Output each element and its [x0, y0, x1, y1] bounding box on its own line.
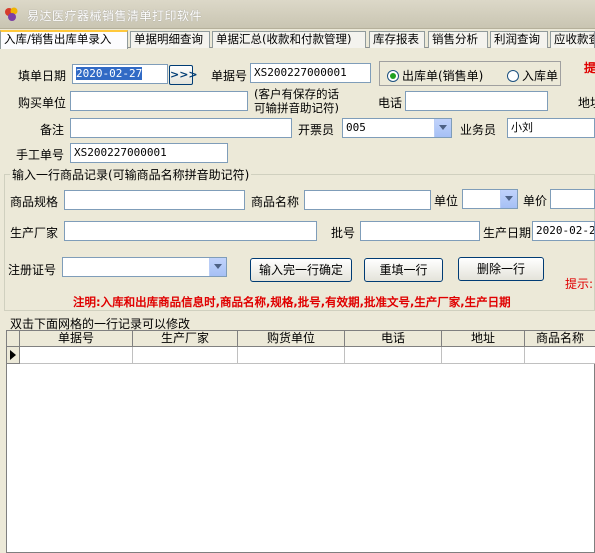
col-address[interactable]: 地址	[442, 331, 525, 347]
fill-date-label: 填单日期	[18, 69, 67, 83]
chevron-down-icon[interactable]	[209, 258, 226, 276]
col-doc-no[interactable]: 单据号	[20, 331, 133, 347]
fill-date-input[interactable]: 2020-02-27	[72, 64, 168, 84]
spec-label: 商品规格	[10, 195, 59, 209]
delete-row-button[interactable]: 删除一行	[458, 257, 544, 281]
spec-input[interactable]	[64, 190, 245, 210]
issuer-label: 开票员	[298, 123, 335, 137]
maker-input[interactable]	[64, 221, 317, 241]
chevron-down-icon[interactable]	[500, 190, 517, 208]
radio-in[interactable]: 入库单	[507, 67, 558, 84]
tab-stock-report[interactable]: 库存报表	[369, 31, 425, 48]
refill-row-button[interactable]: 重填一行	[364, 258, 443, 282]
phone-label: 电话	[378, 96, 403, 110]
tab-summary[interactable]: 单据汇总(收款和付款管理)	[212, 31, 366, 48]
tab-profit-query[interactable]: 利润查询	[490, 31, 548, 48]
buyer-input[interactable]	[70, 91, 248, 111]
radio-in-label: 入库单	[522, 69, 559, 83]
address-label: 地址	[578, 96, 595, 110]
table-cell[interactable]	[133, 347, 238, 364]
table-cell[interactable]	[20, 347, 133, 364]
records-grid[interactable]: 单据号 生产厂家 购货单位 电话 地址 商品名称	[6, 330, 595, 553]
hint-label: 提示:	[565, 277, 594, 291]
doc-no-input[interactable]: XS200227000001	[250, 63, 371, 83]
app-logo-icon	[5, 7, 18, 21]
remark-label: 备注	[40, 123, 65, 137]
issuer-select[interactable]: 005	[342, 118, 452, 138]
window-title: 易达医疗器械销售清单打印软件	[27, 9, 203, 23]
table-cell[interactable]	[238, 347, 345, 364]
remark-input[interactable]	[70, 118, 292, 138]
price-input[interactable]	[550, 189, 595, 209]
manual-no-label: 手工单号	[16, 148, 65, 162]
date-picker-button[interactable]: >>>	[169, 65, 198, 85]
unit-label: 单位	[434, 194, 459, 208]
hint-cut-label: 提	[584, 61, 595, 75]
title-bar: 易达医疗器械销售清单打印软件	[0, 0, 595, 29]
radio-selected-icon	[387, 70, 399, 82]
salesman-input[interactable]: 小刘	[507, 118, 595, 138]
table-cell[interactable]	[345, 347, 442, 364]
grid-corner	[7, 331, 20, 347]
prod-date-input[interactable]: 2020-02-27	[532, 221, 595, 241]
tab-receivables[interactable]: 应收款查	[550, 31, 595, 48]
issuer-value: 005	[346, 121, 366, 134]
col-maker[interactable]: 生产厂家	[133, 331, 238, 347]
col-product-name[interactable]: 商品名称	[525, 331, 595, 347]
radio-out-label: 出库单(销售单)	[402, 69, 484, 83]
tab-bar: 入库/销售出库单录入 单据明细查询 单据汇总(收款和付款管理) 库存报表 销售分…	[0, 30, 595, 49]
grid-header: 单据号 生产厂家 购货单位 电话 地址 商品名称	[7, 331, 595, 347]
row-pointer-icon	[7, 347, 20, 364]
buyer-label: 购买单位	[18, 96, 67, 110]
tab-sales-analysis[interactable]: 销售分析	[428, 31, 488, 48]
radio-unselected-icon	[507, 70, 519, 82]
col-phone[interactable]: 电话	[345, 331, 442, 347]
name-input[interactable]	[304, 190, 431, 210]
tab-detail-query[interactable]: 单据明细查询	[130, 31, 210, 48]
price-label: 单价	[523, 194, 548, 208]
manual-no-input[interactable]: XS200227000001	[70, 143, 228, 163]
confirm-row-button[interactable]: 输入完一行确定	[250, 258, 352, 282]
item-entry-title: 输入一行商品记录(可输商品名称拼音助记符)	[10, 166, 252, 183]
unit-select[interactable]	[462, 189, 518, 209]
table-cell[interactable]	[442, 347, 525, 364]
col-buyer[interactable]: 购货单位	[238, 331, 345, 347]
customer-hint-2: 可输拼音助记符)	[254, 101, 339, 115]
radio-out[interactable]: 出库单(销售单)	[387, 67, 483, 84]
chevron-down-icon[interactable]	[434, 119, 451, 137]
entry-note: 注明:入库和出库商品信息时,商品名称,规格,批号,有效期,批准文号,生产厂家,生…	[73, 295, 511, 309]
doc-no-label: 单据号	[211, 69, 248, 83]
name-label: 商品名称	[251, 195, 300, 209]
entry-panel: 填单日期 2020-02-27 >>> 单据号 XS200227000001 出…	[0, 49, 595, 553]
doc-type-group: 出库单(销售单) 入库单	[379, 61, 561, 86]
phone-input[interactable]	[405, 91, 548, 111]
table-cell[interactable]	[525, 347, 595, 364]
prod-date-label: 生产日期	[483, 226, 532, 240]
salesman-label: 业务员	[460, 123, 497, 137]
maker-label: 生产厂家	[10, 226, 59, 240]
reg-no-select[interactable]	[62, 257, 227, 277]
batch-input[interactable]	[360, 221, 480, 241]
batch-label: 批号	[331, 226, 356, 240]
tab-entry[interactable]: 入库/销售出库单录入	[0, 30, 128, 49]
reg-no-label: 注册证号	[8, 263, 57, 277]
